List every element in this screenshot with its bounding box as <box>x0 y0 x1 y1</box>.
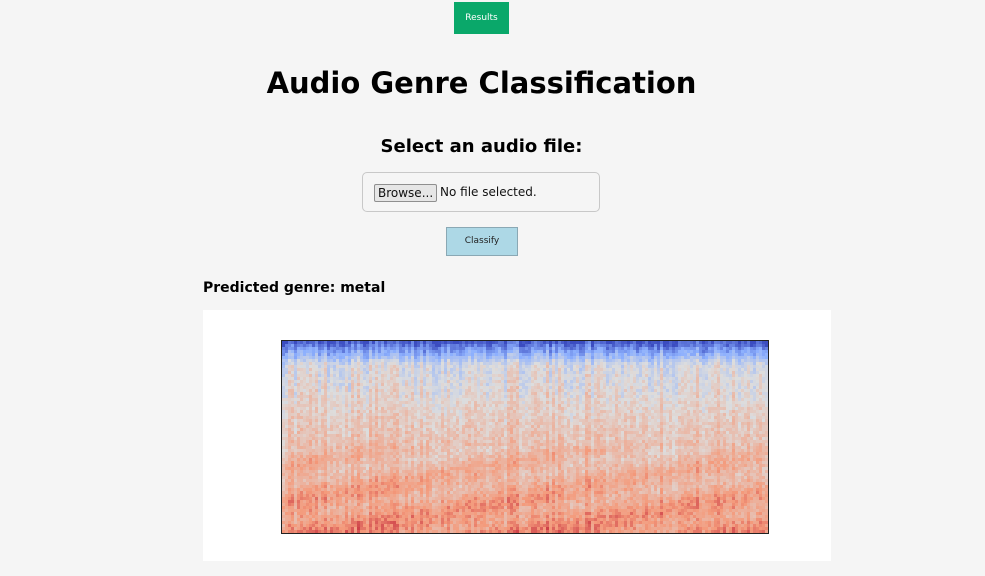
spectrogram-panel <box>203 310 831 561</box>
predicted-genre-text: Predicted genre: metal <box>203 280 386 296</box>
results-button[interactable]: Results <box>454 2 509 34</box>
page-title: Audio Genre Classification <box>266 66 697 100</box>
browse-button[interactable]: Browse... <box>374 184 438 202</box>
spectrogram-image <box>281 340 769 534</box>
classify-button[interactable]: Classify <box>446 227 518 256</box>
select-file-heading: Select an audio file: <box>380 136 583 157</box>
spectrogram-graphic <box>282 341 768 533</box>
file-input[interactable]: Browse... No file selected. <box>362 172 600 212</box>
file-status-text: No file selected. <box>440 185 537 199</box>
page: Results Audio Genre Classification Selec… <box>0 0 985 576</box>
